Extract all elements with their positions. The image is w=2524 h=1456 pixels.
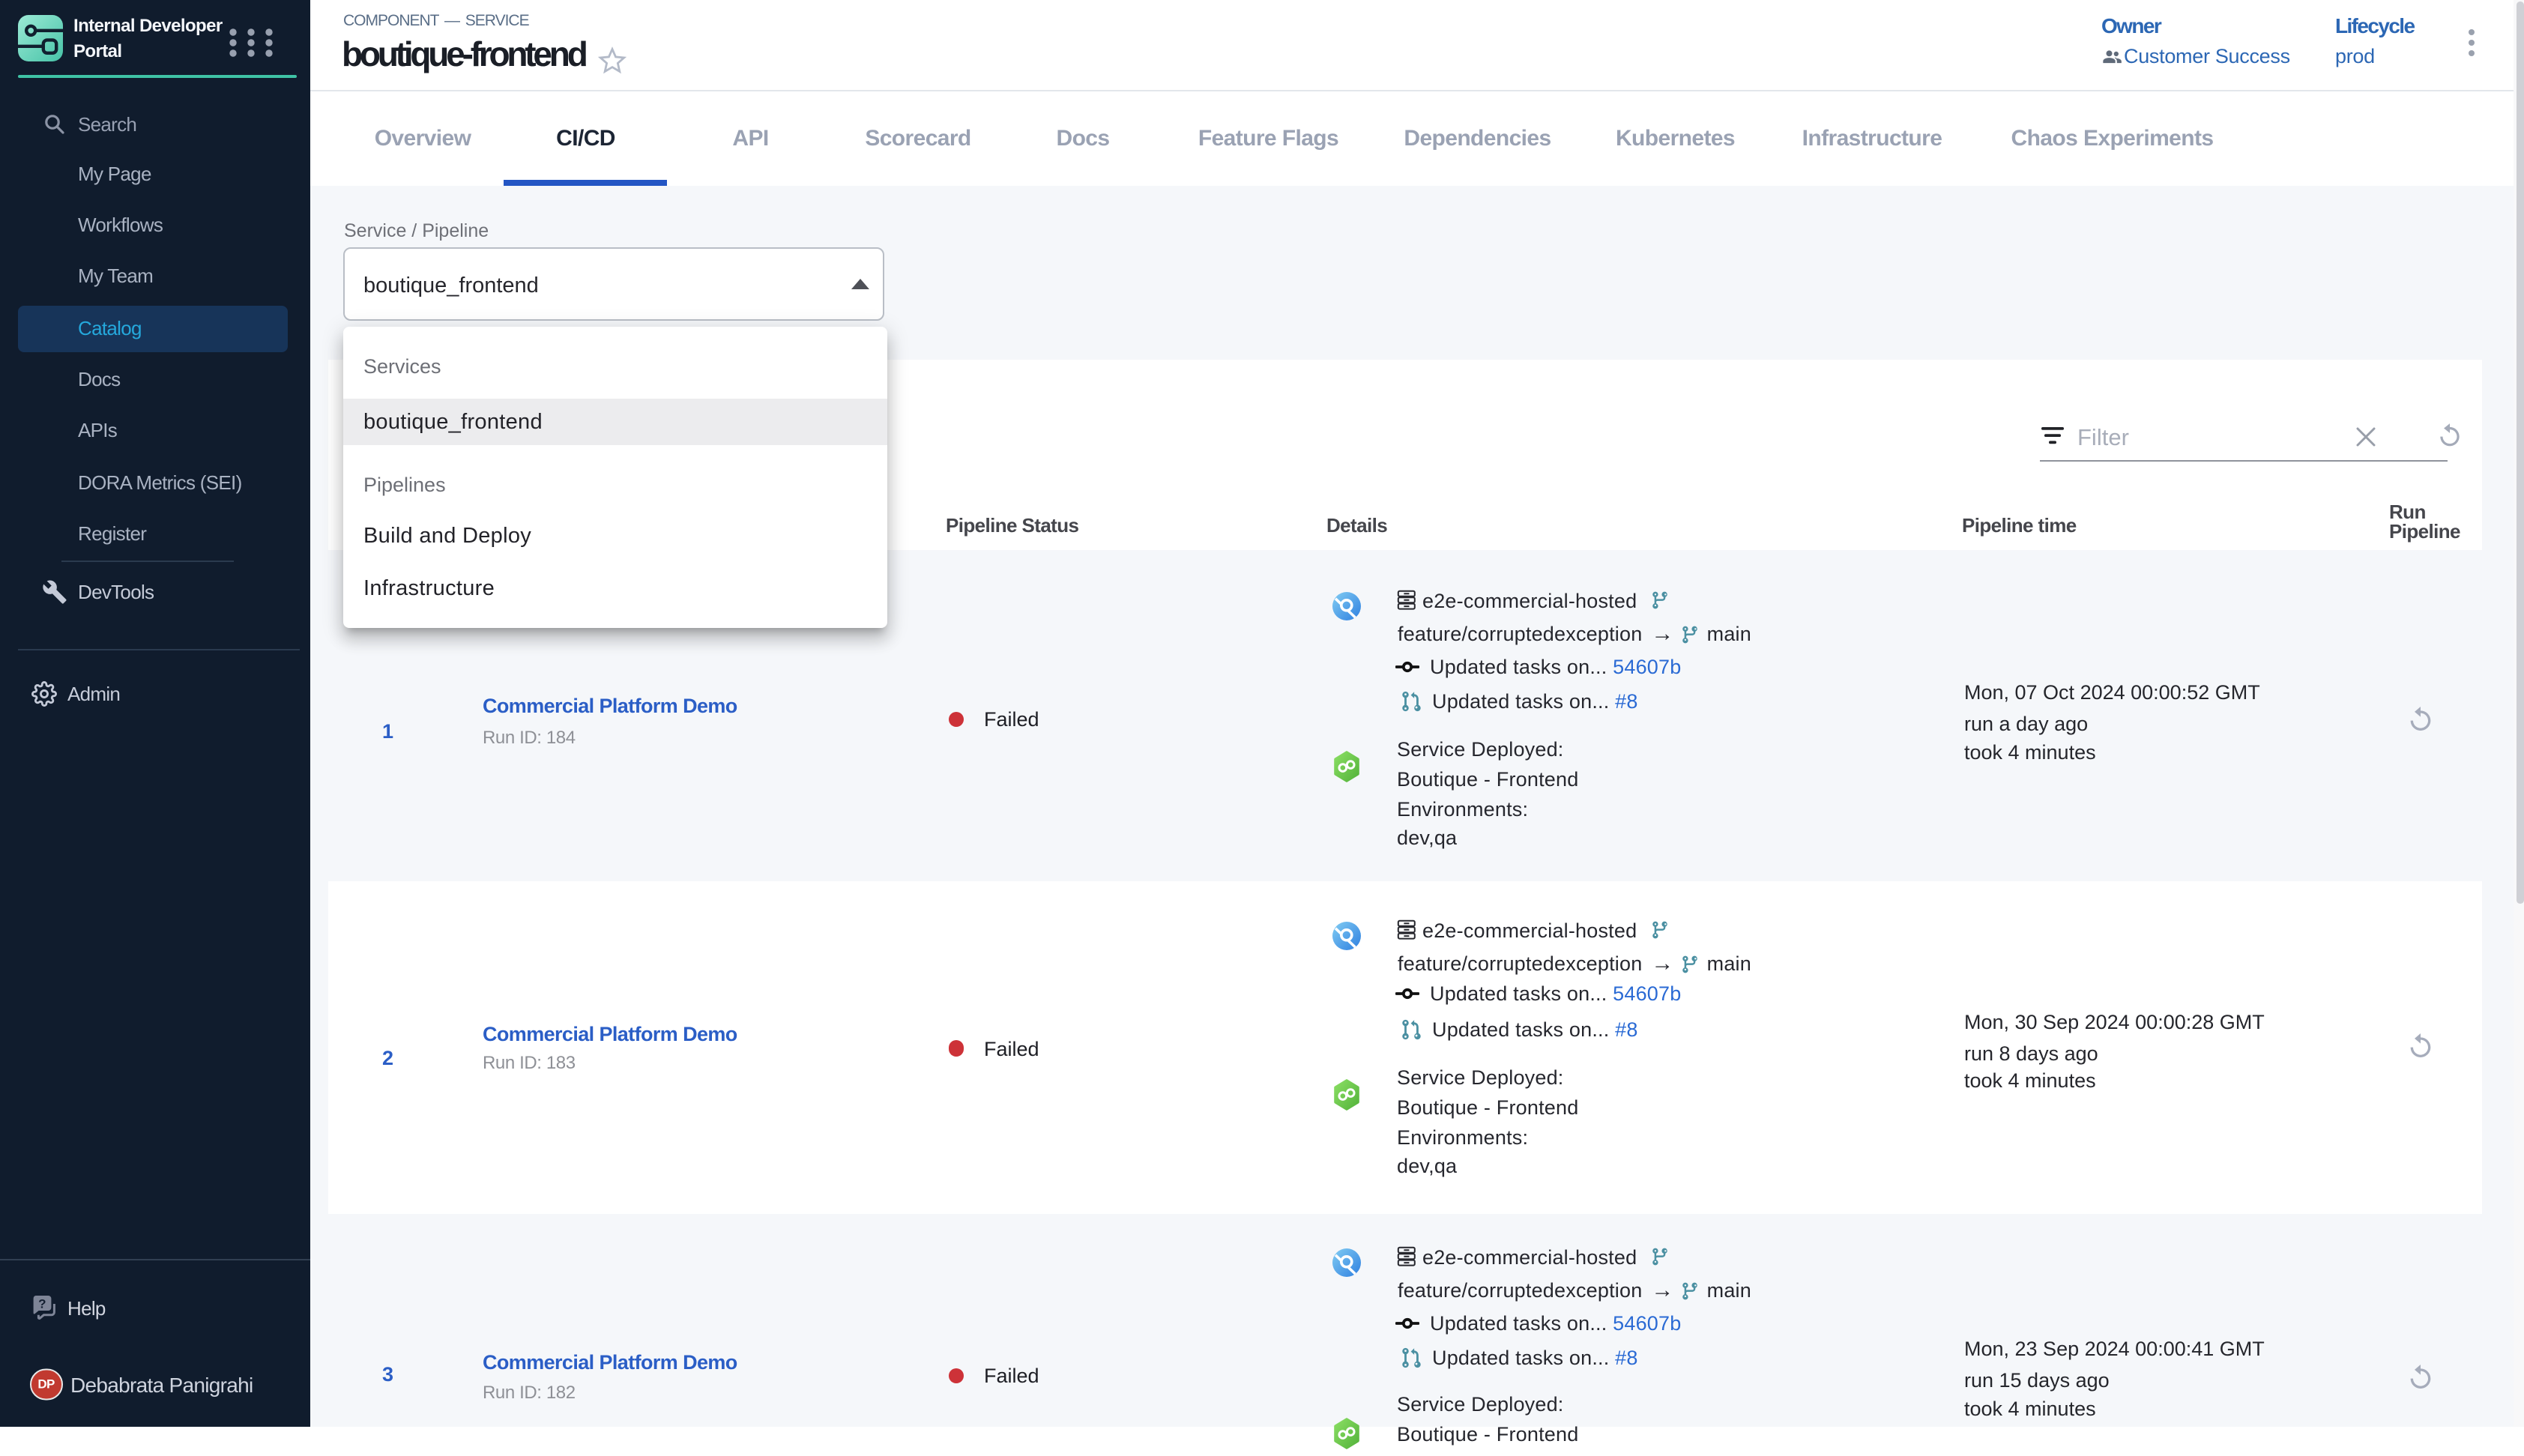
svg-text:?: ? [38, 1296, 46, 1311]
